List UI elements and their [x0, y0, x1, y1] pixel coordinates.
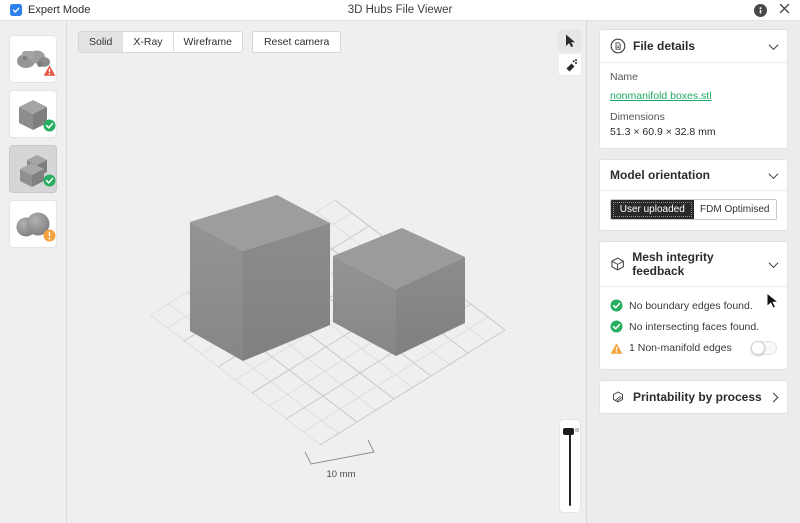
small-box-mesh[interactable] — [333, 228, 465, 356]
orientation-fdm-optimised-option[interactable]: FDM Optimised — [694, 200, 777, 219]
chevron-down-icon[interactable] — [769, 258, 779, 268]
large-box-mesh[interactable] — [190, 195, 330, 361]
check-row-non-manifold-edges: 1 Non-manifold edges — [610, 337, 777, 359]
zoom-slider-handle[interactable] — [563, 428, 574, 435]
paint-repair-tool-button[interactable] — [558, 53, 582, 76]
warning-triangle-icon — [43, 64, 56, 82]
printability-title: Printability by process — [633, 390, 762, 404]
check-circle-icon — [43, 174, 56, 192]
dimensions-label: Dimensions — [610, 111, 777, 123]
check-circle-icon — [610, 299, 623, 312]
printability-card: Printability by process — [599, 380, 788, 414]
scale-label: 10 mm — [326, 469, 355, 480]
model-orientation-header[interactable]: Model orientation — [600, 160, 787, 191]
title-bar: Expert Mode 3D Hubs File Viewer — [0, 0, 800, 21]
canvas-tool-palette — [558, 29, 582, 76]
select-cursor-tool-button[interactable] — [558, 29, 582, 52]
model-thumbnail-spheres[interactable] — [9, 200, 57, 248]
toggle-knob[interactable] — [751, 341, 765, 355]
model-thumbnail-single-box[interactable] — [9, 90, 57, 138]
view-mode-xray-button[interactable]: X-Ray — [123, 32, 173, 52]
orientation-user-uploaded-option[interactable]: User uploaded — [611, 200, 694, 219]
scale-bracket — [305, 440, 374, 464]
view-mode-toolbar: Solid X-Ray Wireframe Reset camera — [78, 31, 341, 53]
zoom-slider-nub — [575, 428, 579, 432]
check-circle-icon — [43, 119, 56, 137]
chevron-down-icon[interactable] — [769, 169, 779, 179]
file-circle-icon — [610, 38, 626, 54]
3d-scene: 10 mm — [67, 21, 588, 523]
view-mode-solid-button[interactable]: Solid — [79, 32, 123, 52]
mesh-cube-icon — [610, 256, 625, 272]
inspector-panel: File details Name nonmanifold boxes.stl … — [586, 21, 800, 523]
name-label: Name — [610, 71, 777, 83]
dimensions-value: 51.3 × 60.9 × 32.8 mm — [610, 126, 777, 138]
warning-triangle-icon — [610, 342, 623, 355]
expert-mode-label: Expert Mode — [28, 4, 90, 16]
zoom-slider-track[interactable] — [569, 432, 571, 506]
file-name-link[interactable]: nonmanifold boxes.stl — [610, 90, 712, 102]
file-details-header[interactable]: File details — [600, 30, 787, 63]
exclamation-circle-icon — [43, 229, 56, 247]
file-details-card: File details Name nonmanifold boxes.stl … — [599, 29, 788, 149]
check-text: No intersecting faces found. — [629, 321, 759, 333]
non-manifold-highlight-toggle[interactable] — [751, 341, 777, 355]
chevron-down-icon[interactable] — [769, 40, 779, 50]
checkbox-checked-icon[interactable] — [10, 4, 22, 16]
mesh-integrity-header[interactable]: Mesh integrity feedback — [600, 242, 787, 287]
file-viewer-window: Expert Mode 3D Hubs File Viewer — [0, 0, 800, 523]
check-text: 1 Non-manifold edges — [629, 342, 732, 354]
select-cursor-icon — [563, 33, 577, 49]
check-row-intersecting-faces: No intersecting faces found. — [610, 316, 777, 337]
check-circle-icon — [610, 320, 623, 333]
check-text: No boundary edges found. — [629, 300, 753, 312]
model-thumbnail-list — [0, 21, 67, 523]
model-orientation-title: Model orientation — [610, 168, 710, 182]
check-row-boundary-edges: No boundary edges found. — [610, 295, 777, 316]
expert-mode-toggle[interactable]: Expert Mode — [10, 4, 90, 16]
chevron-right-icon[interactable] — [769, 392, 779, 402]
model-orientation-card: Model orientation User uploaded FDM Opti… — [599, 159, 788, 231]
close-icon[interactable] — [779, 1, 790, 19]
paint-repair-icon — [563, 57, 578, 72]
window-title: 3D Hubs File Viewer — [0, 4, 800, 16]
3d-viewport[interactable]: 10 mm Solid X-Ray — [67, 21, 586, 523]
printer-icon — [610, 389, 626, 405]
info-icon[interactable] — [754, 4, 767, 17]
model-thumbnail-complex-part[interactable] — [9, 35, 57, 83]
reset-camera-button[interactable]: Reset camera — [252, 31, 341, 53]
mesh-integrity-title: Mesh integrity feedback — [632, 250, 763, 278]
view-mode-wireframe-button[interactable]: Wireframe — [174, 32, 242, 52]
file-details-title: File details — [633, 39, 695, 53]
printability-header[interactable]: Printability by process — [600, 381, 787, 413]
zoom-slider[interactable] — [559, 419, 581, 513]
model-thumbnail-nonmanifold-boxes[interactable] — [9, 145, 57, 193]
orientation-segmented-control: User uploaded FDM Optimised — [610, 199, 777, 220]
mesh-integrity-card: Mesh integrity feedback No boundary edge… — [599, 241, 788, 370]
